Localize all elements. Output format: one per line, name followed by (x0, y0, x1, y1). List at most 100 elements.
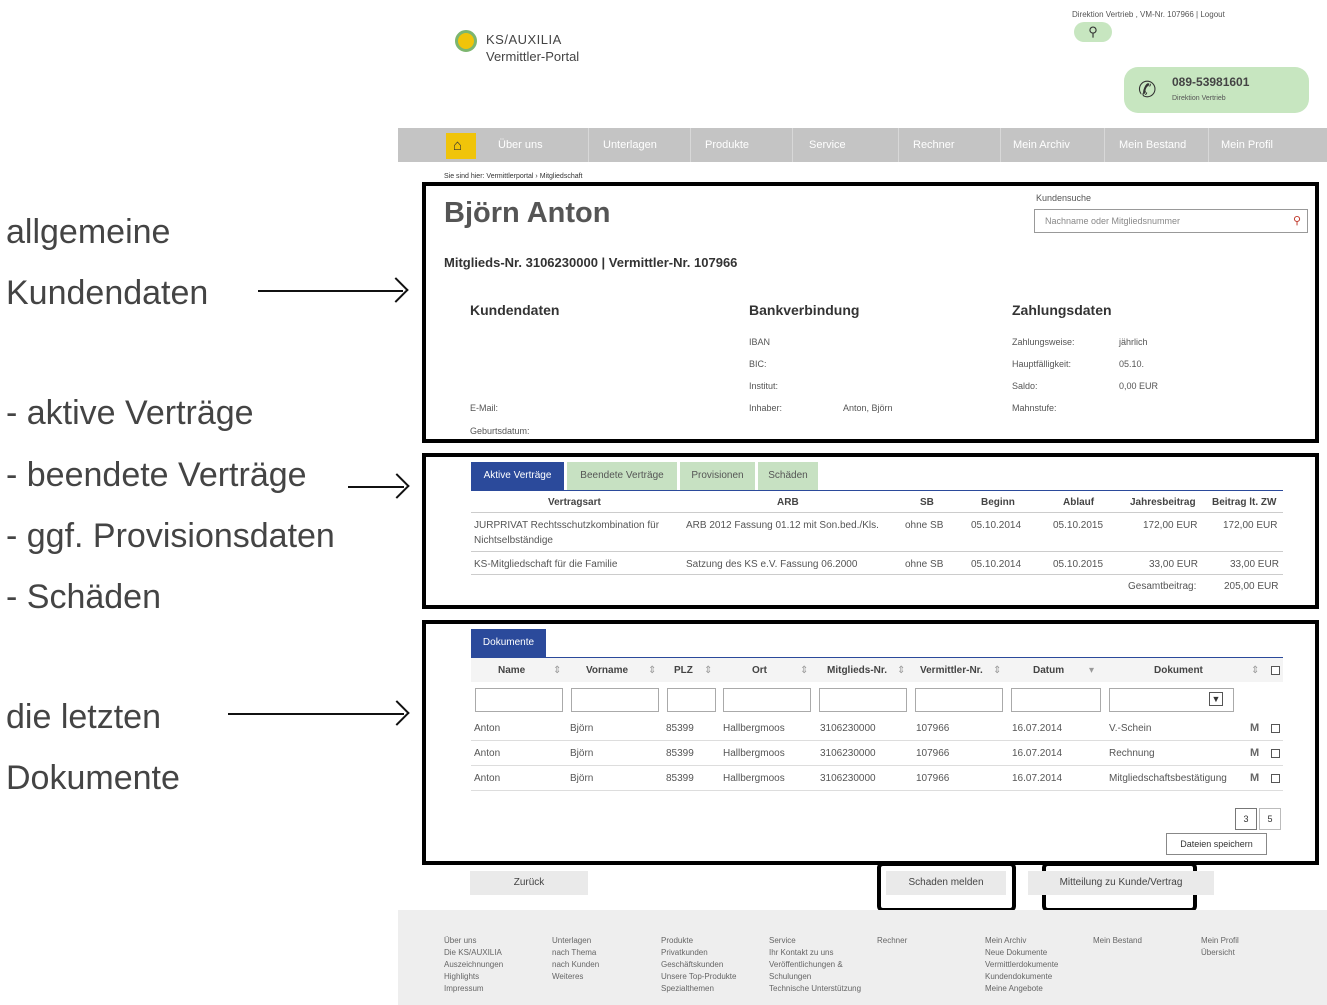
contract-ablauf: 05.10.2015 (1053, 520, 1104, 531)
filter-name-input[interactable] (475, 688, 563, 712)
col-ort[interactable]: Ort (752, 665, 767, 676)
footer-col-mein-archiv[interactable]: Mein Archiv Neue Dokumente Vermittlerdok… (985, 935, 1058, 995)
select-all-checkbox[interactable] (1271, 666, 1280, 675)
tab-schaeden[interactable]: Schäden (758, 462, 818, 490)
footer-col-unterlagen[interactable]: Unterlagen nach Thema nach Kunden Weiter… (552, 935, 599, 983)
annotation-contracts-3: - ggf. Provisionsdaten (6, 517, 335, 555)
col-mitglieds-nr[interactable]: Mitglieds-Nr. (827, 665, 887, 676)
footer-col-produkte[interactable]: Produkte Privatkunden Geschäftskunden Un… (661, 935, 736, 995)
contract-beitrag-zw: 33,00 EUR (1230, 559, 1279, 570)
nav-item-service[interactable]: Service (792, 128, 898, 162)
sort-icon[interactable]: ⇕ (1251, 665, 1259, 676)
contract-arb: Satzung des KS e.V. Fassung 06.2000 (686, 559, 858, 570)
search-icon[interactable]: ⚲ (1074, 22, 1112, 42)
customer-ids: Mitglieds-Nr. 3106230000 | Vermittler-Nr… (444, 255, 738, 270)
mail-icon[interactable]: M (1250, 722, 1259, 734)
doc-dokument[interactable]: Mitgliedschaftsbestätigung (1109, 773, 1227, 784)
doc-vorname: Björn (570, 748, 594, 759)
footer-col-mein-profil[interactable]: Mein Profil Übersicht (1201, 935, 1239, 959)
inhaber-value: Anton, Björn (843, 403, 893, 413)
nav-item-ueber-uns[interactable]: Über uns (490, 128, 588, 162)
contract-art: KS-Mitgliedschaft für die Familie (474, 559, 618, 570)
zahlungsweise-value: jährlich (1119, 337, 1148, 347)
save-files-button[interactable]: Dateien speichern (1166, 833, 1267, 855)
row-checkbox[interactable] (1271, 774, 1280, 783)
sort-icon[interactable]: ⇕ (993, 665, 1001, 676)
nav-item-unterlagen[interactable]: Unterlagen (588, 128, 690, 162)
sort-desc-icon[interactable]: ▾ (1089, 665, 1094, 676)
main-nav: ⌂ Über uns Unterlagen Produkte Service R… (398, 128, 1327, 162)
filter-dokument-select[interactable]: ▼ (1109, 688, 1234, 712)
annotation-docs-line2: Dokumente (6, 759, 180, 797)
filter-plz-input[interactable] (667, 688, 716, 712)
top-links[interactable]: Direktion Vertrieb , VM-Nr. 107966 | Log… (1072, 10, 1225, 19)
row-checkbox[interactable] (1271, 724, 1280, 733)
dropdown-icon[interactable]: ▼ (1209, 692, 1223, 706)
doc-name: Anton (474, 723, 501, 734)
message-button[interactable]: Mitteilung zu Kunde/Vertrag (1028, 871, 1214, 895)
doc-plz: 85399 (666, 723, 694, 734)
footer-col-rechner[interactable]: Rechner (877, 935, 907, 947)
footer-col-ueber-uns[interactable]: Über uns Die KS/AUXILIA Auszeichnungen H… (444, 935, 503, 995)
nav-item-mein-bestand[interactable]: Mein Bestand (1104, 128, 1208, 162)
row-checkbox[interactable] (1271, 749, 1280, 758)
filter-datum-input[interactable] (1011, 688, 1101, 712)
divider (471, 740, 1283, 741)
saldo-value: 0,00 EUR (1119, 381, 1159, 391)
mail-icon[interactable]: M (1250, 747, 1259, 759)
col-datum[interactable]: Datum (1033, 665, 1064, 676)
doc-vorname: Björn (570, 773, 594, 784)
tab-aktive-vertraege[interactable]: Aktive Verträge (471, 462, 564, 490)
filter-vermittler-nr-input[interactable] (915, 688, 1003, 712)
logo-icon (455, 30, 477, 52)
mail-icon[interactable]: M (1250, 772, 1259, 784)
bank-title: Bankverbindung (749, 302, 860, 318)
col-beginn: Beginn (981, 497, 1015, 508)
nav-item-produkte[interactable]: Produkte (690, 128, 792, 162)
customer-search-input[interactable]: Nachname oder Mitgliedsnummer ⚲ (1034, 209, 1308, 233)
footer-col-service[interactable]: Service Ihr Kontakt zu uns Veröffentlich… (769, 935, 861, 995)
doc-name: Anton (474, 773, 501, 784)
doc-vermittler-nr: 107966 (916, 723, 950, 734)
iban-label: IBAN (749, 337, 771, 347)
col-name[interactable]: Name (498, 665, 525, 676)
sort-icon[interactable]: ⇕ (704, 665, 712, 676)
portal-name: Vermittler-Portal (486, 49, 580, 64)
tab-beendete-vertraege[interactable]: Beendete Verträge (567, 462, 677, 490)
search-icon[interactable]: ⚲ (1293, 214, 1301, 227)
sort-icon[interactable]: ⇕ (553, 665, 561, 676)
footer-col-mein-bestand[interactable]: Mein Bestand (1093, 935, 1142, 947)
doc-datum: 16.07.2014 (1012, 748, 1063, 759)
sort-icon[interactable]: ⇕ (648, 665, 656, 676)
nav-item-mein-profil[interactable]: Mein Profil (1208, 128, 1327, 162)
col-vorname[interactable]: Vorname (586, 665, 628, 676)
sort-icon[interactable]: ⇕ (897, 665, 905, 676)
col-jahresbeitrag: Jahresbeitrag (1130, 497, 1196, 508)
sort-icon[interactable]: ⇕ (800, 665, 808, 676)
filter-ort-input[interactable] (723, 688, 811, 712)
annotation-contracts-2: - beendete Verträge (6, 456, 307, 494)
tab-dokumente[interactable]: Dokumente (471, 629, 546, 657)
report-damage-button[interactable]: Schaden melden (886, 871, 1006, 895)
tab-provisionen[interactable]: Provisionen (680, 462, 755, 490)
home-button[interactable]: ⌂ (446, 133, 476, 159)
col-dokument[interactable]: Dokument (1154, 665, 1203, 676)
contract-sb: ohne SB (905, 520, 944, 531)
doc-plz: 85399 (666, 748, 694, 759)
col-vertragsart: Vertragsart (548, 497, 601, 508)
nav-item-rechner[interactable]: Rechner (898, 128, 1000, 162)
col-plz[interactable]: PLZ (674, 665, 693, 676)
doc-dokument[interactable]: V.-Schein (1109, 723, 1151, 734)
doc-dokument[interactable]: Rechnung (1109, 748, 1155, 759)
col-vermittler-nr[interactable]: Vermittler-Nr. (920, 665, 983, 676)
back-button[interactable]: Zurück (470, 871, 588, 895)
inhaber-label: Inhaber: (749, 403, 783, 413)
doc-name: Anton (474, 748, 501, 759)
breadcrumb: Sie sind hier: Vermittlerportal › Mitgli… (444, 173, 583, 180)
page-size-3[interactable]: 3 (1235, 808, 1257, 830)
divider (471, 790, 1283, 791)
page-size-5[interactable]: 5 (1259, 808, 1281, 830)
filter-mitglieds-nr-input[interactable] (819, 688, 907, 712)
filter-vorname-input[interactable] (571, 688, 659, 712)
nav-item-mein-archiv[interactable]: Mein Archiv (1000, 128, 1104, 162)
